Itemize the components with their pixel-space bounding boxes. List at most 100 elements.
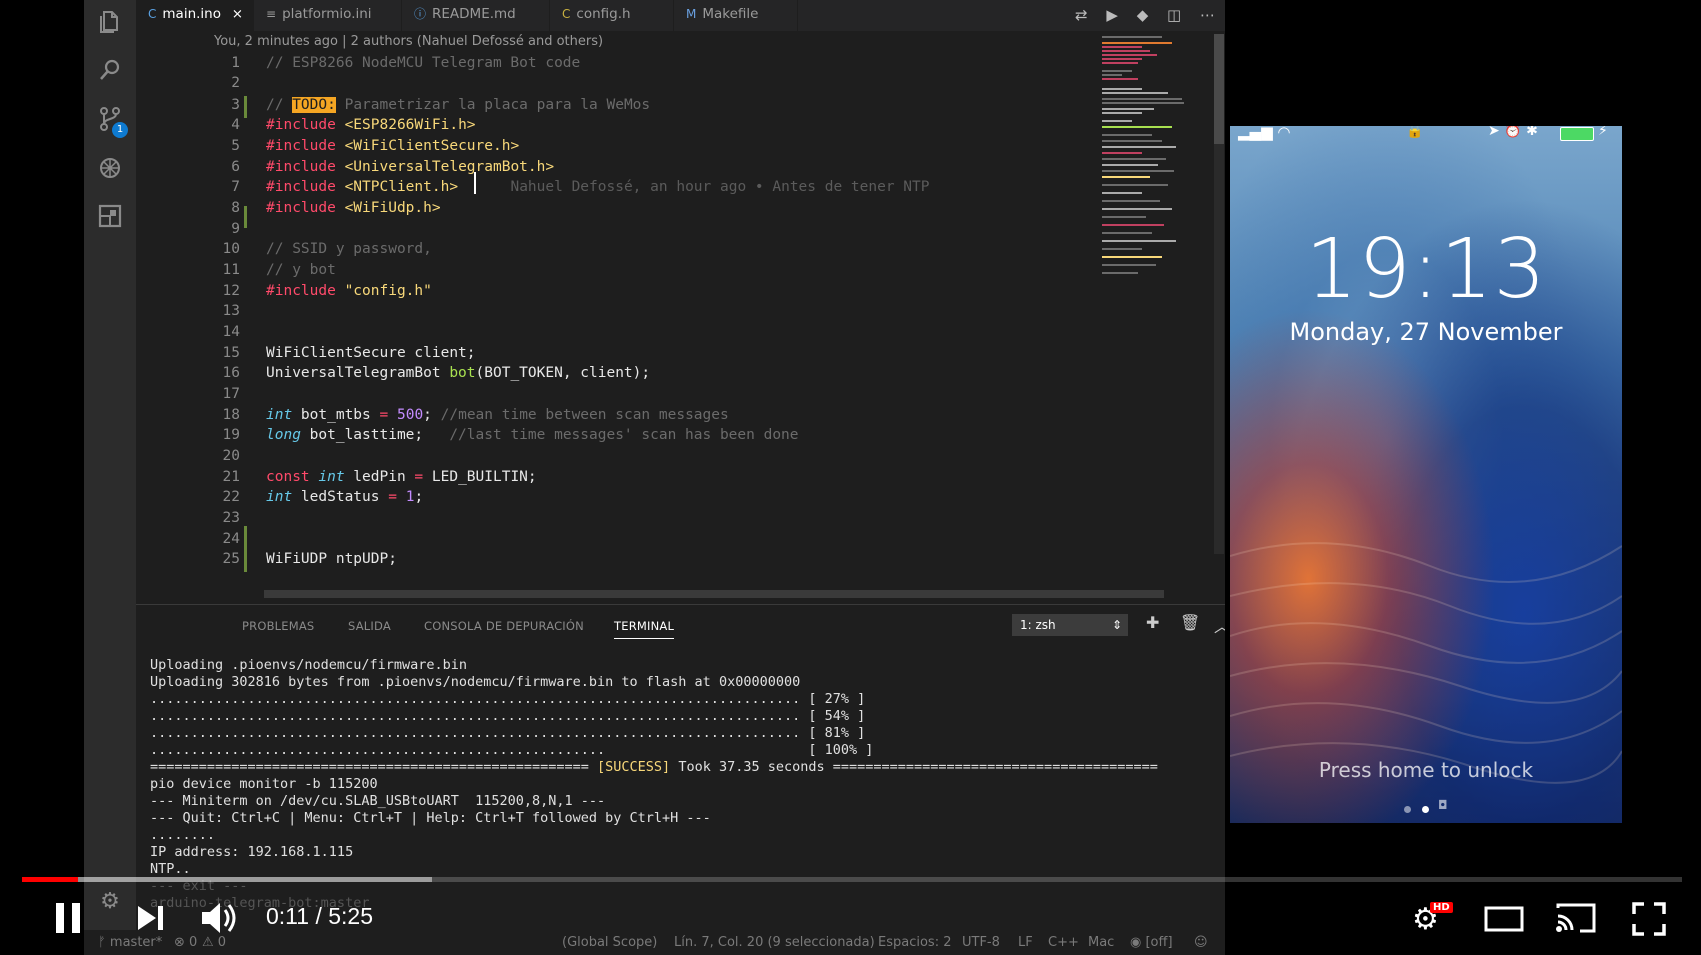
type: int	[266, 407, 293, 423]
theater-mode-icon[interactable]	[1484, 906, 1524, 936]
text-cursor	[474, 172, 476, 194]
terminal-line: Uploading 302816 bytes from .pioenvs/nod…	[150, 674, 801, 690]
tab-main-ino[interactable]: Cmain.ino ×	[136, 0, 254, 31]
indentation[interactable]: Espacios: 2	[878, 930, 951, 955]
page-dot	[1404, 806, 1411, 813]
comment: //	[266, 97, 293, 113]
preprocessor: #include	[266, 159, 336, 175]
split-editor-icon[interactable]: ◫	[1167, 6, 1181, 24]
maximize-panel-icon[interactable]: ︿	[1214, 613, 1225, 637]
vertical-scrollbar[interactable]	[1214, 34, 1224, 554]
scope-indicator[interactable]: (Global Scope)	[562, 930, 657, 955]
scrollbar-thumb[interactable]	[1214, 34, 1224, 144]
next-video-icon[interactable]	[136, 904, 166, 936]
line-number: 24	[222, 531, 240, 547]
preprocessor: #include	[266, 179, 336, 195]
line-number: 19	[222, 427, 240, 443]
cursor-position[interactable]: Lín. 7, Col. 20 (9 seleccionada)	[674, 930, 875, 955]
page-dot-active	[1422, 806, 1429, 813]
gutter-modified-marker	[244, 526, 247, 572]
c-header-icon: C	[562, 7, 571, 21]
trash-icon[interactable]: 🗑	[1180, 613, 1200, 632]
source-control-icon[interactable]: 1	[96, 106, 128, 138]
tab-config-h[interactable]: Cconfig.h	[550, 0, 674, 31]
pause-icon[interactable]	[54, 901, 82, 939]
tab-makefile[interactable]: M Makefile	[674, 0, 798, 31]
cast-icon[interactable]	[1554, 902, 1598, 938]
extensions-icon[interactable]	[96, 204, 124, 232]
location-alarm-bluetooth-icons: ➤ ⏰ ✱	[1488, 126, 1538, 139]
live-share-status[interactable]: ◉ [off]	[1130, 930, 1173, 955]
tab-debug-console[interactable]: CONSOLA DE DEPURACIÓN	[424, 619, 584, 633]
terminal-line: ........................................…	[150, 708, 866, 724]
platform[interactable]: Mac	[1088, 930, 1114, 955]
gutter-modified-marker	[244, 206, 247, 228]
line-number: 4	[231, 117, 240, 133]
new-terminal-icon[interactable]: ✚	[1146, 613, 1159, 632]
line-number: 20	[222, 448, 240, 464]
more-actions-icon[interactable]: ⋯	[1200, 6, 1215, 24]
terminal-shell-select[interactable]: 1: zsh ⇕	[1012, 614, 1128, 636]
tab-readme-md[interactable]: ⓘ README.md	[402, 0, 550, 31]
info-icon: ⓘ	[414, 7, 427, 21]
tab-output[interactable]: SALIDA	[348, 619, 391, 633]
tab-platformio-ini[interactable]: ≡ platformio.ini	[254, 0, 402, 31]
codelens-blame[interactable]: You, 2 minutes ago | 2 authors (Nahuel D…	[214, 34, 603, 49]
error-count[interactable]: ⊗ 0	[174, 930, 197, 955]
close-tab-icon[interactable]: ×	[232, 0, 243, 28]
tab-terminal[interactable]: TERMINAL	[614, 619, 675, 639]
search-icon[interactable]	[96, 58, 124, 86]
run-icon[interactable]: ▶	[1106, 6, 1118, 24]
code-text: bot_mtbs	[292, 407, 380, 423]
open-changes-icon[interactable]: ⇄	[1075, 6, 1088, 24]
preprocessor: #include	[266, 200, 336, 216]
feedback-smiley-icon[interactable]: ☺	[1194, 930, 1208, 955]
line-number: 16	[222, 365, 240, 381]
line-number: 25	[222, 551, 240, 567]
explorer-icon[interactable]	[96, 10, 124, 38]
code-text: ledStatus	[292, 489, 389, 505]
minimap[interactable]	[1102, 34, 1194, 304]
terminal-rule: ========================================…	[150, 759, 598, 775]
tab-label: README.md	[432, 6, 516, 22]
activity-bar: 1 ⚙	[84, 0, 136, 930]
language-mode[interactable]: C++	[1048, 930, 1079, 955]
hd-badge: HD	[1430, 902, 1453, 913]
settings-gear-icon[interactable]: ⚙	[96, 888, 124, 916]
comment: // ESP8266 NodeMCU Telegram Bot code	[266, 55, 581, 71]
comment: // SSID y password,	[266, 241, 432, 257]
makefile-icon: M	[686, 7, 697, 21]
todo-highlight: TODO:	[292, 97, 336, 113]
include-path: <ESP8266WiFi.h>	[344, 117, 476, 133]
code-editor[interactable]: 1// ESP8266 NodeMCU Telegram Bot code 2 …	[136, 52, 1176, 602]
terminal-output[interactable]: Uploading .pioenvs/nodemcu/firmware.bin U…	[150, 657, 1158, 912]
git-icon[interactable]: ◆	[1137, 6, 1149, 24]
fullscreen-icon[interactable]	[1632, 902, 1666, 940]
comment: //mean time between scan messages	[431, 407, 729, 423]
terminal-line: NTP..	[150, 861, 191, 877]
battery-icon	[1560, 127, 1594, 141]
line-number: 17	[222, 386, 240, 402]
type: long	[266, 427, 301, 443]
terminal-line: pio device monitor -b 115200	[150, 776, 378, 792]
tab-problems[interactable]: PROBLEMAS	[242, 619, 314, 633]
encoding[interactable]: UTF-8	[962, 930, 1000, 955]
bottom-panel: PROBLEMAS SALIDA CONSOLA DE DEPURACIÓN T…	[136, 604, 1225, 911]
debug-icon[interactable]	[96, 156, 124, 184]
line-number: 8	[231, 200, 240, 216]
line-number: 22	[222, 489, 240, 505]
line-number: 9	[231, 221, 240, 237]
comment: //last time messages' scan has been done	[423, 427, 799, 443]
line-number: 14	[222, 324, 240, 340]
inline-blame: Nahuel Defossé, an hour ago • Antes de t…	[510, 179, 930, 195]
volume-icon[interactable]	[200, 900, 244, 940]
include-path: "config.h"	[344, 283, 432, 299]
line-number: 3	[231, 97, 240, 113]
line-number: 5	[231, 138, 240, 154]
end-of-line[interactable]: LF	[1018, 930, 1033, 955]
phone-lockscreen: ▂▄▆ ◠ 🔒 ➤ ⏰ ✱ ⚡ 19:13 Monday, 27 Novembe…	[1230, 126, 1622, 823]
code-text: ;	[423, 407, 432, 423]
lockscreen-time: 19:13	[1305, 222, 1547, 317]
horizontal-scrollbar[interactable]	[264, 590, 1164, 598]
terminal-line: ........................................…	[150, 742, 874, 758]
